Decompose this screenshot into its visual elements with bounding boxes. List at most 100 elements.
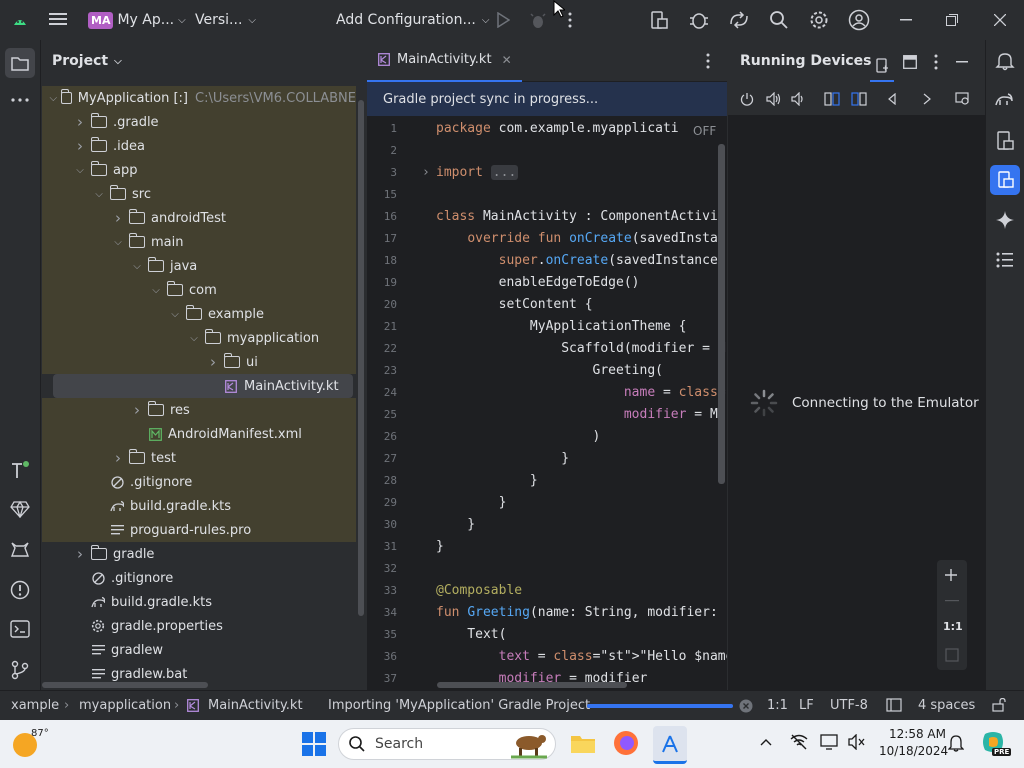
- background-task-label[interactable]: Importing 'MyApplication' Gradle Project: [328, 698, 590, 713]
- editor-tab-mainactivity[interactable]: MainActivity.kt ✕: [367, 40, 522, 82]
- tree-row[interactable]: build.gradle.kts: [42, 590, 356, 614]
- chevron-down-icon[interactable]: ⌵: [168, 309, 182, 320]
- more-actions-icon[interactable]: [568, 12, 572, 28]
- zoom-in-icon[interactable]: [944, 568, 958, 582]
- problems-icon[interactable]: [10, 580, 30, 600]
- chevron-down-icon[interactable]: ⌵: [49, 93, 58, 104]
- chevron-right-icon[interactable]: ›: [73, 137, 87, 155]
- start-windows-icon[interactable]: [302, 732, 326, 756]
- chevron-right-icon[interactable]: ›: [206, 353, 220, 371]
- forward-icon[interactable]: [922, 93, 932, 105]
- chevron-down-icon[interactable]: ⌵: [130, 261, 144, 272]
- window-options-icon[interactable]: [934, 54, 938, 70]
- breadcrumb-item[interactable]: MainActivity.kt: [208, 698, 303, 713]
- breadcrumb-item[interactable]: xample: [11, 698, 59, 713]
- tree-horizontal-scrollbar[interactable]: [42, 682, 208, 688]
- tree-row[interactable]: › gradle: [42, 542, 356, 566]
- volume-muted-icon[interactable]: [848, 734, 866, 750]
- tree-row[interactable]: AndroidManifest.xml: [42, 422, 356, 446]
- tree-row[interactable]: ⌵ myapplication: [42, 326, 356, 350]
- running-devices-tool-icon[interactable]: [990, 165, 1020, 195]
- weather-temperature[interactable]: 87°: [31, 728, 49, 739]
- tree-row[interactable]: › androidTest: [42, 206, 356, 230]
- tree-row[interactable]: › test: [42, 446, 356, 470]
- tree-row[interactable]: ⌵ src: [42, 182, 356, 206]
- project-panel-header[interactable]: Project ⌵: [42, 40, 367, 82]
- chevron-right-icon[interactable]: ›: [73, 545, 87, 563]
- tree-row[interactable]: build.gradle.kts: [42, 494, 356, 518]
- vcs-widget[interactable]: Versi... ⌵: [195, 0, 256, 40]
- structure-icon[interactable]: [996, 251, 1014, 269]
- minimize-window-icon[interactable]: [900, 19, 912, 21]
- debug-icon[interactable]: [530, 11, 546, 29]
- close-window-icon[interactable]: [994, 14, 1006, 26]
- tree-row[interactable]: ⌵ MyApplication [:] C:\Users\VM6.COLLABNE: [42, 86, 356, 110]
- search-icon[interactable]: [770, 11, 788, 29]
- file-explorer-icon[interactable]: [570, 732, 596, 754]
- tree-row[interactable]: MainActivity.kt: [53, 374, 353, 398]
- zoom-reset-button[interactable]: 1:1: [943, 620, 963, 633]
- tree-row[interactable]: › .idea: [42, 134, 356, 158]
- tree-row[interactable]: › ui: [42, 350, 356, 374]
- caret-position[interactable]: 1:1: [767, 698, 788, 713]
- window-layout-icon[interactable]: [903, 55, 917, 69]
- device-manager-icon[interactable]: [649, 10, 669, 30]
- android-studio-taskbar-icon[interactable]: [653, 726, 687, 764]
- tree-row[interactable]: ⌵ example: [42, 302, 356, 326]
- project-tool-icon[interactable]: [5, 48, 35, 78]
- tree-row[interactable]: › res: [42, 398, 356, 422]
- screenshot-icon[interactable]: [955, 92, 971, 106]
- firefox-icon[interactable]: [613, 730, 639, 756]
- show-hidden-icons-chevron-icon[interactable]: [760, 738, 772, 746]
- device-file-explorer-icon[interactable]: [996, 131, 1014, 151]
- rotate-right-icon[interactable]: [851, 92, 867, 106]
- chevron-down-icon[interactable]: ⌵: [149, 285, 163, 296]
- editor-vertical-scrollbar[interactable]: [718, 144, 725, 484]
- fold-chevron-icon[interactable]: ›: [422, 165, 430, 180]
- tree-row[interactable]: gradlew: [42, 638, 356, 662]
- tree-row[interactable]: proguard-rules.pro: [42, 518, 356, 542]
- rotate-left-icon[interactable]: [824, 92, 840, 106]
- chevron-down-icon[interactable]: ⌵: [187, 333, 201, 344]
- run-configuration-selector[interactable]: Add Configuration... ⌵: [336, 0, 489, 40]
- taskbar-search-box[interactable]: Search: [338, 728, 556, 760]
- notification-bell-icon[interactable]: [948, 734, 964, 752]
- line-separator[interactable]: LF: [799, 698, 814, 713]
- main-menu-icon[interactable]: [49, 11, 67, 27]
- chevron-right-icon[interactable]: ›: [111, 209, 125, 227]
- build-variants-icon[interactable]: [10, 460, 30, 480]
- display-icon[interactable]: [820, 734, 838, 750]
- more-tools-icon[interactable]: [11, 98, 29, 102]
- chevron-right-icon[interactable]: ›: [111, 449, 125, 467]
- new-tab-device-icon[interactable]: [870, 52, 894, 82]
- editorconfig-icon[interactable]: [886, 698, 902, 712]
- sync-gradle-icon[interactable]: [728, 10, 750, 30]
- cancel-task-icon[interactable]: [739, 699, 753, 713]
- editor-horizontal-scrollbar[interactable]: [437, 682, 627, 688]
- version-control-icon[interactable]: [10, 660, 30, 680]
- volume-down-icon[interactable]: [791, 92, 805, 106]
- chevron-right-icon[interactable]: ›: [130, 401, 144, 419]
- read-only-lock-icon[interactable]: [992, 698, 1006, 712]
- chevron-down-icon[interactable]: ⌵: [73, 165, 87, 176]
- tree-vertical-scrollbar[interactable]: [358, 100, 364, 616]
- chevron-down-icon[interactable]: ⌵: [111, 237, 125, 248]
- run-icon[interactable]: [496, 12, 510, 28]
- terminal-icon[interactable]: [10, 620, 30, 638]
- fit-screen-icon[interactable]: [945, 648, 959, 662]
- logcat-icon[interactable]: [10, 540, 30, 558]
- project-switcher[interactable]: MA My Ap... ⌵: [88, 0, 186, 40]
- tree-row[interactable]: ⌵ java: [42, 254, 356, 278]
- back-icon[interactable]: [887, 93, 897, 105]
- tree-row[interactable]: .gitignore: [42, 470, 356, 494]
- zoom-out-icon[interactable]: [945, 600, 959, 602]
- tree-row[interactable]: ⌵ main: [42, 230, 356, 254]
- sdk-manager-icon[interactable]: [689, 10, 709, 30]
- editor-tab-options-icon[interactable]: [706, 53, 710, 69]
- tree-row[interactable]: ⌵ com: [42, 278, 356, 302]
- chevron-right-icon[interactable]: ›: [73, 113, 87, 131]
- power-icon[interactable]: [740, 92, 754, 106]
- file-encoding[interactable]: UTF-8: [830, 698, 868, 713]
- tree-row[interactable]: ⌵ app: [42, 158, 356, 182]
- resource-manager-icon[interactable]: [10, 500, 30, 518]
